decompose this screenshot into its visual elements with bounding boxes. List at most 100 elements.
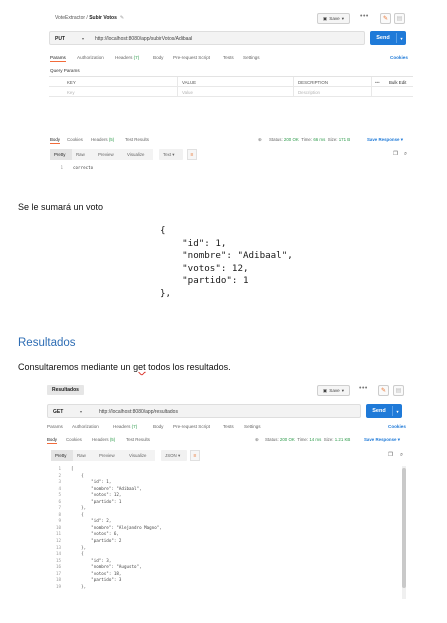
save-icon: ▣ — [322, 15, 328, 21]
value-input[interactable]: Value — [182, 90, 193, 95]
edit-icon[interactable]: ✎ — [380, 13, 391, 24]
save-button[interactable]: ▣ Save ▾ — [317, 13, 350, 24]
url-row: PUT ▾ http://localhost:8080/app/subirVot… — [49, 31, 413, 45]
response-bar: Body Cookies Headers (5) Test Results ⊕ … — [49, 135, 413, 145]
more-options-icon[interactable]: ••• — [375, 80, 380, 85]
request-breadcrumb[interactable]: VoteExtractor / Subir Votos ✎ — [55, 15, 124, 21]
send-button[interactable]: Send ▾ — [370, 31, 406, 45]
tab-params[interactable]: Params — [47, 424, 63, 429]
tab-headers[interactable]: Headers (7) — [115, 55, 139, 60]
format-select[interactable]: JSON ▾ — [161, 450, 187, 461]
tab-authorization[interactable]: Authorization — [72, 424, 99, 429]
tab-test-results[interactable]: Test Results — [125, 137, 149, 142]
key-input[interactable]: Key — [67, 90, 75, 95]
save-response-button[interactable]: Save Response ▾ — [367, 137, 403, 143]
request-tab-bar: VoteExtractor / Subir Votos ✎ ▣ Save ▾ ••• … — [49, 10, 413, 28]
view-preview[interactable]: Preview — [95, 450, 125, 461]
url-input[interactable]: http://localhost:8080/app/subirVotos/Adi… — [95, 36, 192, 42]
table-row: Key Value Description — [49, 87, 413, 97]
column-key: KEY — [67, 80, 76, 85]
chevron-down-icon: ▾ — [397, 437, 400, 442]
chevron-down-icon: ▾ — [341, 387, 345, 393]
wrap-lines-icon[interactable]: ≡ — [190, 450, 200, 461]
search-icon[interactable]: ⌕ — [400, 452, 403, 459]
scrollbar-thumb[interactable] — [402, 468, 406, 588]
size-value: 1.21 KB — [334, 437, 351, 442]
more-options-icon[interactable]: ••• — [360, 13, 369, 21]
view-pretty[interactable]: Pretty — [51, 450, 73, 461]
request-tab[interactable]: Resultados — [47, 385, 84, 395]
save-response-button[interactable]: Save Response ▾ — [364, 437, 400, 443]
save-icon: ▣ — [322, 387, 328, 393]
chevron-down-icon: ▾ — [400, 137, 403, 142]
method-select[interactable]: GET — [53, 409, 63, 415]
url-bar[interactable]: GET ▾ http://localhost:8080/app/resultad… — [47, 404, 361, 418]
send-button[interactable]: Send ▾ — [366, 404, 402, 418]
bulk-edit-link[interactable]: Bulk Edit — [389, 80, 406, 85]
chevron-down-icon: ▾ — [341, 15, 345, 21]
tab-tests[interactable]: Tests — [223, 424, 234, 429]
status-value: 200 OK — [283, 137, 299, 142]
view-raw[interactable]: Raw — [73, 450, 95, 461]
response-body: 1 correcto — [49, 165, 93, 172]
view-pretty[interactable]: Pretty — [50, 149, 72, 160]
tab-settings[interactable]: Settings — [243, 55, 260, 60]
copy-icon[interactable]: ❐ — [388, 452, 393, 458]
tab-headers[interactable]: Headers (7) — [113, 424, 137, 429]
status-info: Status: 200 OK Time: 14 ms Size: 1.21 KB — [265, 437, 351, 442]
comments-icon[interactable]: ▤ — [394, 13, 405, 24]
tab-tests[interactable]: Tests — [223, 55, 234, 60]
cookies-link[interactable]: Cookies — [390, 55, 408, 60]
view-visualize[interactable]: Visualize — [125, 450, 155, 461]
tab-response-body[interactable]: Body — [47, 437, 58, 444]
json-line: }, — [160, 287, 172, 299]
spellcheck-word: get — [133, 362, 146, 372]
tab-pre-request-script[interactable]: Pre-request Script — [173, 424, 210, 429]
json-line: "id": 1, — [160, 237, 227, 249]
copy-icon[interactable]: ❐ — [393, 151, 398, 157]
url-bar[interactable]: PUT ▾ http://localhost:8080/app/subirVot… — [49, 31, 365, 45]
query-params-table: KEY VALUE DESCRIPTION ••• Bulk Edit Key … — [49, 76, 413, 97]
time-value: 66 ms — [313, 137, 326, 142]
edit-icon[interactable]: ✎ — [378, 385, 389, 396]
scrollbar[interactable] — [402, 466, 406, 599]
tab-response-headers[interactable]: Headers (5) — [91, 137, 114, 142]
tab-pre-request-script[interactable]: Pre-request Script — [173, 55, 210, 60]
tab-response-body[interactable]: Body — [50, 137, 61, 144]
tab-params[interactable]: Params — [50, 55, 66, 62]
request-tabs: Params Authorization Headers (7) Body Pr… — [47, 422, 411, 432]
response-bar: Body Cookies Headers (5) Test Results ⊕ … — [47, 435, 411, 445]
request-name: Resultados — [52, 387, 79, 393]
chevron-down-icon: ▾ — [82, 36, 85, 41]
request-tab-bar: Resultados ▣ Save ▾ ••• ✎ ▤ — [47, 382, 411, 400]
view-visualize[interactable]: Visualize — [123, 149, 153, 160]
tab-authorization[interactable]: Authorization — [77, 55, 104, 60]
save-button[interactable]: ▣ Save ▾ — [317, 385, 350, 396]
doc-paragraph-vote: Se le sumará un voto — [18, 202, 104, 212]
json-line: "votos": 12, — [160, 262, 249, 274]
view-raw[interactable]: Raw — [72, 149, 94, 160]
tab-response-cookies[interactable]: Cookies — [67, 137, 83, 142]
tab-response-headers[interactable]: Headers (5) — [92, 437, 115, 442]
cookies-link[interactable]: Cookies — [388, 424, 406, 429]
tab-response-cookies[interactable]: Cookies — [66, 437, 82, 442]
tab-settings[interactable]: Settings — [244, 424, 261, 429]
search-icon[interactable]: ⌕ — [404, 151, 407, 158]
tab-body[interactable]: Body — [153, 55, 163, 60]
url-input[interactable]: http://localhost:8080/app/resultados — [99, 409, 178, 415]
column-description: DESCRIPTION — [298, 80, 329, 85]
wrap-lines-icon[interactable]: ≡ — [187, 149, 197, 160]
more-options-icon[interactable]: ••• — [359, 385, 368, 393]
comments-icon[interactable]: ▤ — [393, 385, 404, 396]
json-line: "partido": 1 — [160, 275, 249, 287]
view-preview[interactable]: Preview — [94, 149, 123, 160]
tab-body[interactable]: Body — [153, 424, 163, 429]
description-input[interactable]: Description — [298, 90, 320, 95]
format-select[interactable]: Text ▾ — [159, 149, 183, 160]
chevron-down-icon: ▾ — [80, 409, 83, 414]
method-select[interactable]: PUT — [55, 36, 65, 42]
doc-paragraph-resultados: Consultaremos mediante un get todos los … — [18, 362, 231, 372]
postman-screenshot-subir-votos: VoteExtractor / Subir Votos ✎ ▣ Save ▾ ••• … — [49, 10, 413, 188]
pencil-icon[interactable]: ✎ — [120, 15, 124, 21]
tab-test-results[interactable]: Test Results — [126, 437, 150, 442]
